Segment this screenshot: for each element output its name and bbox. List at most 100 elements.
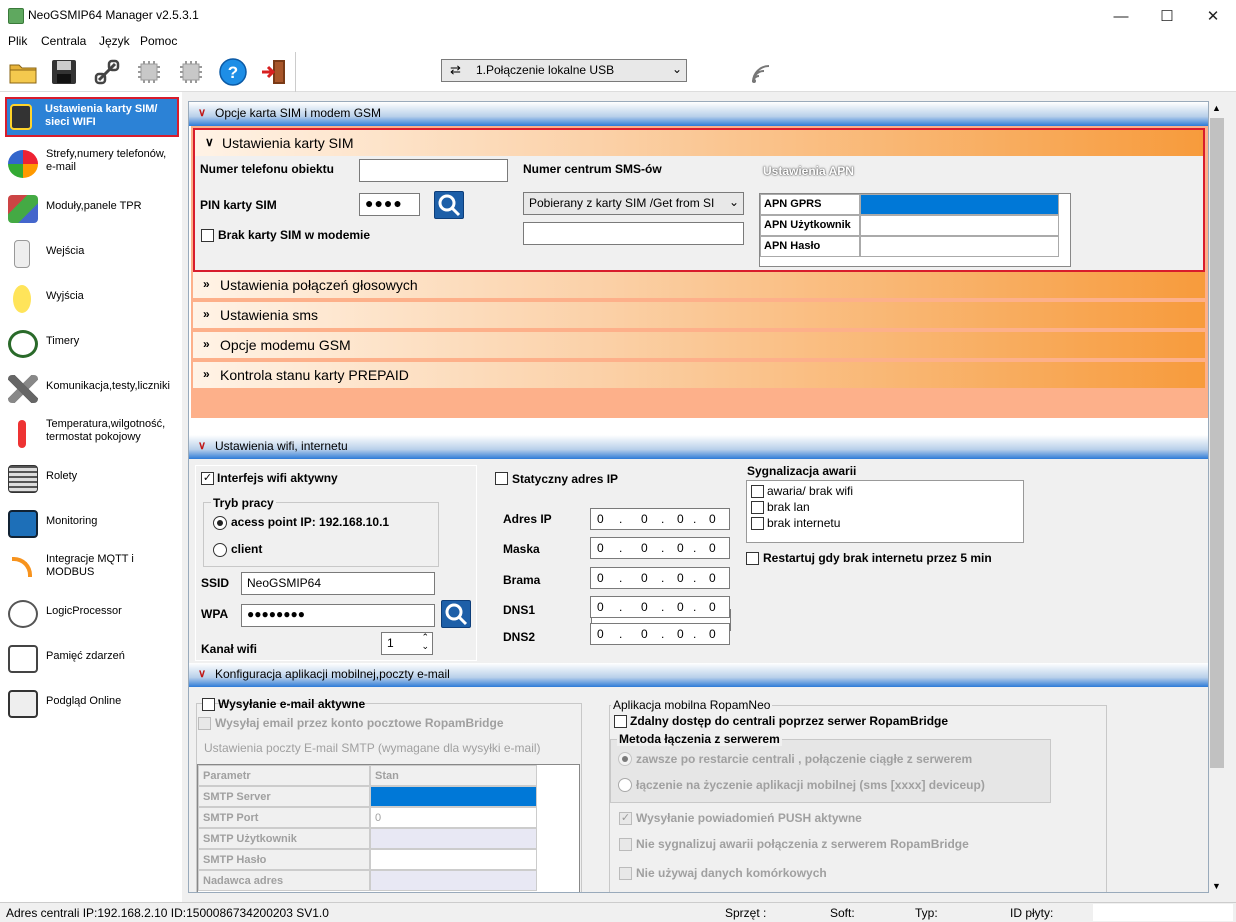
static-ip-label: Statyczny adres IP — [512, 472, 619, 486]
sidebar-item-monitoring[interactable]: Monitoring — [0, 502, 182, 546]
mask-field[interactable]: 0. 0. 0. 0 — [590, 537, 730, 559]
modem-options-header[interactable]: » Opcje modemu GSM — [193, 332, 1205, 358]
gsm-section-title: Opcje karta SIM i modem GSM — [215, 106, 382, 120]
apn-password-cell[interactable] — [860, 236, 1059, 257]
sms-center-input[interactable] — [523, 222, 744, 245]
chip-write-icon[interactable] — [175, 56, 207, 88]
client-label: client — [231, 542, 263, 556]
scroll-down-icon[interactable]: ▼ — [1212, 881, 1221, 891]
status-board-value — [1093, 904, 1233, 921]
menu-plik[interactable]: Plik — [8, 34, 27, 48]
scrollbar-thumb[interactable] — [1210, 118, 1224, 768]
remote-access-checkbox[interactable] — [614, 715, 627, 728]
phone-input[interactable] — [359, 159, 508, 182]
sidebar-item-outputs[interactable]: Wyjścia — [0, 277, 182, 321]
chevron-down-icon: ⌄ — [671, 62, 682, 76]
channel-stepper[interactable]: 1 ⌃ ⌄ — [381, 632, 433, 655]
sidebar-item-logic[interactable]: LogicProcessor — [0, 592, 182, 636]
apn-gprs-cell[interactable] — [860, 194, 1059, 215]
static-ip-checkbox[interactable] — [495, 472, 508, 485]
wpa-input[interactable]: ●●●●●●●● — [241, 604, 435, 627]
no-sim-checkbox[interactable] — [201, 229, 214, 242]
table-row: SMTP Użytkownik — [198, 828, 370, 849]
method-always-radio[interactable] — [618, 752, 632, 766]
connect-link-icon[interactable] — [91, 56, 123, 88]
table-cell[interactable] — [370, 849, 537, 870]
sidebar-item-inputs[interactable]: Wejścia — [0, 232, 182, 276]
no-signal-checkbox[interactable] — [619, 838, 632, 851]
sidebar-item-sim-wifi[interactable]: Ustawienia karty SIM/ sieci WIFI — [5, 97, 179, 137]
table-cell[interactable]: 0 — [370, 807, 537, 828]
chip-read-icon[interactable] — [133, 56, 165, 88]
sidebar-item-communication[interactable]: Komunikacja,testy,liczniki — [0, 367, 182, 411]
sidebar-item-online[interactable]: Podgląd Online — [0, 682, 182, 726]
menu-jezyk[interactable]: Język — [99, 34, 130, 48]
table-cell[interactable] — [370, 786, 537, 807]
ssid-input[interactable]: NeoGSMIP64 — [241, 572, 435, 595]
status-soft: Soft: — [830, 906, 855, 920]
scroll-up-icon[interactable]: ▲ — [1212, 103, 1221, 113]
alarm-list: awaria/ brak wifi brak lan brak internet… — [746, 480, 1024, 543]
method-group — [610, 739, 1051, 803]
sidebar-item-modules[interactable]: Moduły,panele TPR — [0, 187, 182, 231]
gateway-field[interactable]: 0. 0. 0. 0 — [590, 567, 730, 589]
client-radio[interactable] — [213, 543, 227, 557]
email-bridge-checkbox[interactable] — [198, 717, 211, 730]
search-icon[interactable] — [434, 191, 464, 219]
search-icon[interactable] — [441, 600, 471, 628]
ip-octet: 0 — [641, 512, 648, 526]
prepaid-header[interactable]: » Kontrola stanu karty PREPAID — [193, 362, 1205, 388]
sidebar-item-label: Strefy,numery telefonów, e-mail — [46, 148, 167, 173]
pie-chart-icon — [8, 150, 38, 178]
pin-input[interactable]: ●●●● — [359, 193, 420, 216]
title-bar: NeoGSMIP64 Manager v2.5.3.1 — ☐ ✕ — [0, 0, 1236, 32]
status-hardware: Sprzęt : — [725, 906, 767, 920]
wifi-section-header[interactable]: ∨ Ustawienia wifi, internetu — [189, 435, 1208, 459]
help-icon[interactable]: ? — [217, 56, 249, 88]
sidebar-item-mqtt[interactable]: Integracje MQTT i MODBUS — [0, 547, 182, 591]
minimize-button[interactable]: — — [1098, 0, 1144, 32]
maximize-button[interactable]: ☐ — [1144, 0, 1190, 32]
gsm-section-header[interactable]: ∨ Opcje karta SIM i modem GSM — [189, 102, 1208, 126]
ip-address-field[interactable]: 0. 0. 0. 0 — [590, 508, 730, 530]
sms-settings-title: Ustawienia sms — [220, 307, 319, 323]
voice-settings-header[interactable]: » Ustawienia połączeń głosowych — [193, 272, 1205, 298]
save-icon[interactable] — [48, 56, 80, 88]
close-button[interactable]: ✕ — [1190, 0, 1236, 32]
table-cell[interactable] — [370, 828, 537, 849]
apn-user-cell[interactable] — [860, 215, 1059, 236]
menu-centrala[interactable]: Centrala — [41, 34, 86, 48]
dns2-field[interactable]: 0. 0. 0. 0 — [590, 623, 730, 645]
alarm-wifi-checkbox[interactable] — [751, 485, 764, 498]
sidebar-item-zones[interactable]: Strefy,numery telefonów, e-mail — [0, 142, 182, 186]
connection-select[interactable]: ⇄ 1.Połączenie lokalne USB ⌄ — [441, 59, 687, 82]
ap-radio[interactable] — [213, 516, 227, 530]
sidebar-item-blinds[interactable]: Rolety — [0, 457, 182, 501]
table-header-value: Stan — [370, 765, 537, 786]
ip-octet: 0 — [597, 512, 604, 526]
open-folder-icon[interactable] — [7, 56, 39, 88]
sidebar-item-timers[interactable]: Timery — [0, 322, 182, 366]
alarm-lan-checkbox[interactable] — [751, 501, 764, 514]
push-checkbox[interactable]: ✓ — [619, 812, 632, 825]
no-cellular-label: Nie używaj danych komórkowych — [636, 866, 827, 880]
ip-octet: 0 — [709, 541, 716, 555]
table-cell[interactable] — [370, 870, 537, 891]
restart-label: Restartuj gdy brak internetu przez 5 min — [763, 551, 992, 565]
sim-settings-header[interactable]: ∨ Ustawienia karty SIM — [195, 130, 1203, 156]
email-active-checkbox[interactable] — [202, 698, 215, 711]
menu-pomoc[interactable]: Pomoc — [140, 34, 177, 48]
sidebar-item-events[interactable]: Pamięć zdarzeń — [0, 637, 182, 681]
sms-center-select[interactable]: Pobierany z karty SIM /Get from SI ⌄ — [523, 192, 744, 215]
sms-settings-header[interactable]: » Ustawienia sms — [193, 302, 1205, 328]
wifi-active-checkbox[interactable]: ✓ — [201, 472, 214, 485]
alarm-internet-checkbox[interactable] — [751, 517, 764, 530]
sidebar-item-temperature[interactable]: Temperatura,wilgotność, termostat pokojo… — [0, 412, 182, 456]
mode-group — [203, 502, 439, 567]
dns1-field[interactable]: 0. 0. 0. 0 — [590, 596, 730, 618]
exit-icon[interactable] — [258, 56, 290, 88]
no-cellular-checkbox[interactable] — [619, 867, 632, 880]
restart-checkbox[interactable] — [746, 552, 759, 565]
mobile-section-header[interactable]: ∨ Konfiguracja aplikacji mobilnej,poczty… — [189, 663, 1208, 687]
method-on-demand-radio[interactable] — [618, 778, 632, 792]
